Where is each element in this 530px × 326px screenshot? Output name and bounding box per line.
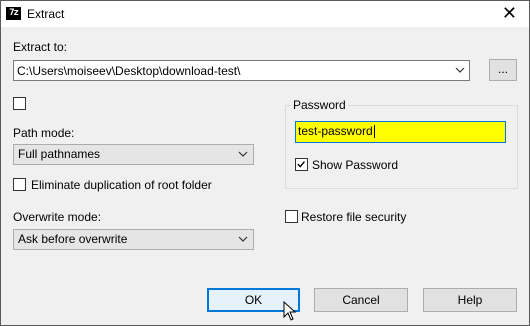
restore-security-label: Restore file security xyxy=(301,210,407,224)
extract-to-path: C:\Users\moiseev\Desktop\download-test\ xyxy=(17,64,241,78)
help-button[interactable]: Help xyxy=(423,288,517,312)
overwrite-mode-select[interactable]: Ask before overwrite xyxy=(13,229,254,250)
window-title: Extract xyxy=(27,7,65,21)
close-icon[interactable]: ✕ xyxy=(502,3,517,23)
password-group-label: Password xyxy=(291,98,348,112)
unlabeled-checkbox[interactable] xyxy=(13,97,26,110)
show-password-checkbox[interactable] xyxy=(295,158,308,171)
overwrite-mode-label: Overwrite mode: xyxy=(13,210,102,224)
eliminate-duplication-checkbox[interactable] xyxy=(13,178,26,191)
cancel-button[interactable]: Cancel xyxy=(314,288,408,312)
path-mode-select[interactable]: Full pathnames xyxy=(13,144,254,165)
eliminate-duplication-label: Eliminate duplication of root folder xyxy=(31,178,212,192)
checkmark-icon xyxy=(297,161,305,168)
show-password-label: Show Password xyxy=(312,158,399,172)
restore-security-checkbox[interactable] xyxy=(285,210,298,223)
path-mode-label: Path mode: xyxy=(13,126,75,140)
extract-to-combobox[interactable]: C:\Users\moiseev\Desktop\download-test\ xyxy=(13,60,470,81)
password-input[interactable]: test-password xyxy=(295,121,506,143)
extract-to-label: Extract to: xyxy=(13,40,68,54)
chevron-down-icon xyxy=(455,67,465,73)
browse-button[interactable]: ... xyxy=(489,59,517,81)
path-mode-value: Full pathnames xyxy=(18,147,101,161)
chevron-down-icon xyxy=(238,236,248,242)
chevron-down-icon xyxy=(238,151,248,157)
mouse-cursor-icon xyxy=(283,301,297,321)
overwrite-mode-value: Ask before overwrite xyxy=(18,232,128,246)
extract-dialog: 7z Extract ✕ Extract to: C:\Users\moisee… xyxy=(0,0,530,326)
title-bar[interactable]: 7z Extract ✕ xyxy=(1,1,529,27)
password-value: test-password xyxy=(298,124,375,139)
7zip-app-icon: 7z xyxy=(6,7,21,20)
password-group xyxy=(285,105,518,189)
